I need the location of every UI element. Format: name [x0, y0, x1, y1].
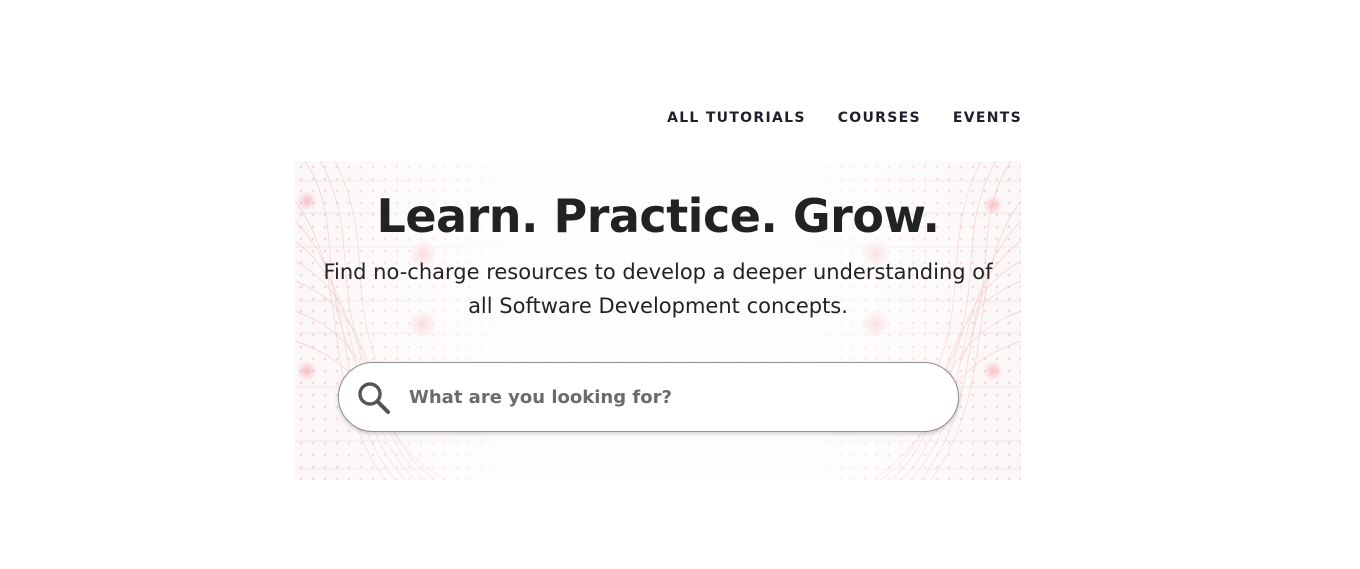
- hero-subtitle-line-1: Find no-charge resources to develop a de…: [323, 260, 993, 284]
- top-nav: ALL TUTORIALS COURSES EVENTS: [667, 108, 1022, 128]
- nav-courses[interactable]: COURSES: [838, 108, 921, 128]
- page: ALL TUTORIALS COURSES EVENTS Learn. Prac…: [0, 0, 1360, 569]
- nav-all-tutorials[interactable]: ALL TUTORIALS: [667, 108, 806, 128]
- hero-title: Learn. Practice. Grow.: [376, 189, 940, 243]
- search-input[interactable]: [409, 377, 929, 417]
- search-bar[interactable]: [338, 362, 959, 432]
- nav-events[interactable]: EVENTS: [953, 108, 1022, 128]
- hero-subtitle: Find no-charge resources to develop a de…: [295, 255, 1021, 323]
- search-icon[interactable]: [357, 381, 391, 415]
- hero-banner: Learn. Practice. Grow. Find no-charge re…: [295, 161, 1021, 480]
- hero-subtitle-line-2: all Software Development concepts.: [468, 294, 848, 318]
